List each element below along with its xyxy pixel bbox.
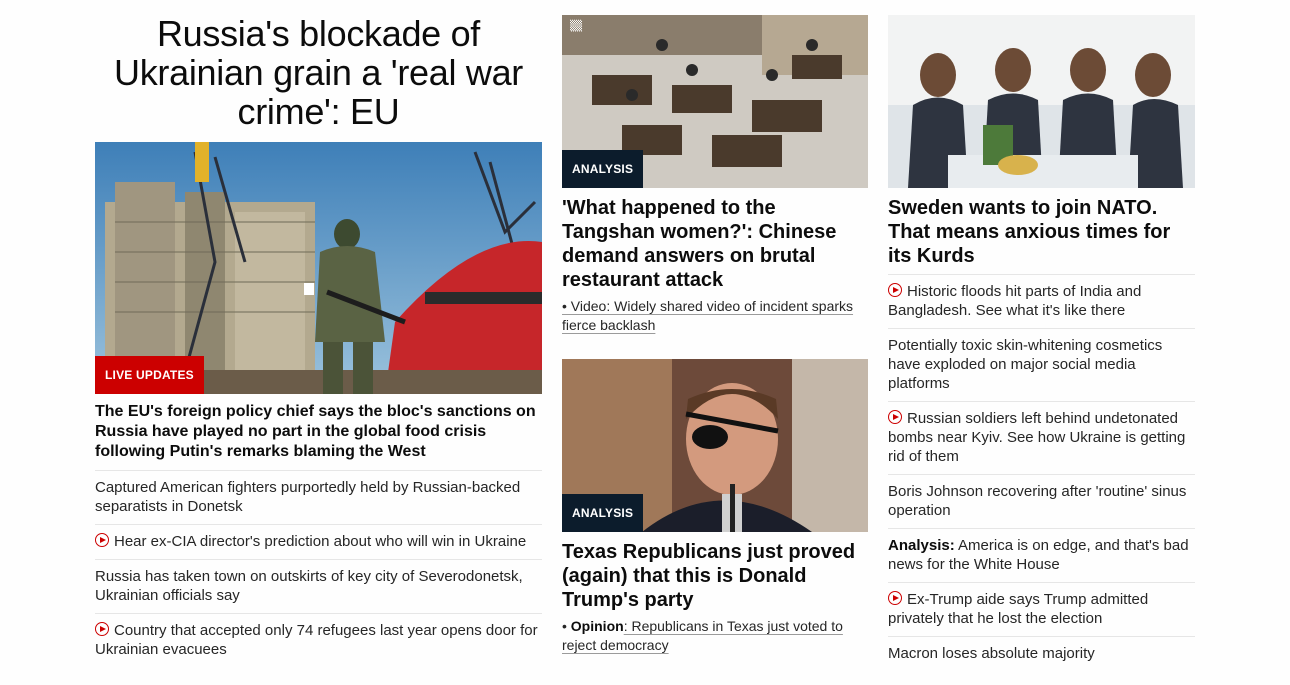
lead-column: Russia's blockade of Ukrainian grain a '… [95,0,542,667]
play-video-icon [888,410,902,424]
analysis-badge[interactable]: ANALYSIS [562,494,644,532]
play-video-icon [888,591,902,605]
list-item[interactable]: Russia has taken town on outskirts of ke… [95,559,542,613]
list-item-text: Hear ex-CIA director's prediction about … [114,533,527,550]
list-item[interactable]: Boris Johnson recovering after 'routine'… [888,474,1195,528]
list-item-text: Macron loses absolute majority [888,645,1095,662]
lead-related-links: Captured American fighters purportedly h… [95,470,542,667]
tangshan-image[interactable]: ▒▒ ANALYSIS [562,15,868,188]
list-item[interactable]: Russian soldiers left behind undetonated… [888,401,1195,474]
sweden-headline[interactable]: Sweden wants to join NATO. That means an… [888,196,1195,274]
play-video-icon [95,622,109,636]
texas-image[interactable]: ANALYSIS [562,359,868,532]
list-item-text: Ex-Trump aide says Trump admitted privat… [888,591,1149,627]
analysis-label: Analysis: [888,537,955,554]
list-item-text: Captured American fighters purportedly h… [95,479,521,515]
lead-headline[interactable]: Russia's blockade of Ukrainian grain a '… [95,14,542,131]
kurds-photo [888,15,1195,188]
lead-image[interactable]: LIVE UPDATES [95,142,542,394]
list-item[interactable]: Hear ex-CIA director's prediction about … [95,524,542,559]
tangshan-video-link[interactable]: • Video: Widely shared video of incident… [562,298,853,333]
list-item[interactable]: Historic floods hit parts of India and B… [888,274,1195,328]
tangshan-headline[interactable]: 'What happened to the Tangshan women?': … [562,196,868,292]
texas-subtext[interactable]: • Opinion: Republicans in Texas just vot… [562,617,868,655]
list-item-text: Boris Johnson recovering after 'routine'… [888,483,1187,519]
play-video-icon [888,283,902,297]
list-item[interactable]: Ex-Trump aide says Trump admitted privat… [888,582,1195,636]
lead-story-headline[interactable]: The EU's foreign policy chief says the b… [95,402,542,470]
right-column: Sweden wants to join NATO. That means an… [888,0,1195,671]
live-updates-badge[interactable]: LIVE UPDATES [95,356,204,394]
opinion-label: Opinion [570,618,624,634]
texas-headline[interactable]: Texas Republicans just proved (again) th… [562,540,868,612]
svg-text:▒▒: ▒▒ [570,19,583,32]
analysis-badge[interactable]: ANALYSIS [562,150,644,188]
list-item-text: Historic floods hit parts of India and B… [888,283,1142,319]
list-item[interactable]: Analysis: America is on edge, and that's… [888,528,1195,582]
list-item-text: Russia has taken town on outskirts of ke… [95,568,523,604]
list-item-text: Russian soldiers left behind undetonated… [888,410,1186,465]
list-item[interactable]: Potentially toxic skin-whitening cosmeti… [888,328,1195,401]
list-item[interactable]: Macron loses absolute majority [888,636,1195,671]
sweden-image[interactable] [888,15,1195,188]
list-item[interactable]: Country that accepted only 74 refugees l… [95,613,542,667]
list-item[interactable]: Captured American fighters purportedly h… [95,470,542,524]
list-item-text: Country that accepted only 74 refugees l… [95,622,538,658]
tangshan-subtext[interactable]: • Video: Widely shared video of incident… [562,297,868,335]
list-item-text: Potentially toxic skin-whitening cosmeti… [888,337,1163,392]
right-related-links: Historic floods hit parts of India and B… [888,274,1195,671]
middle-column: ▒▒ ANALYSIS 'What happened to the Tangsh… [562,0,868,655]
play-video-icon [95,533,109,547]
